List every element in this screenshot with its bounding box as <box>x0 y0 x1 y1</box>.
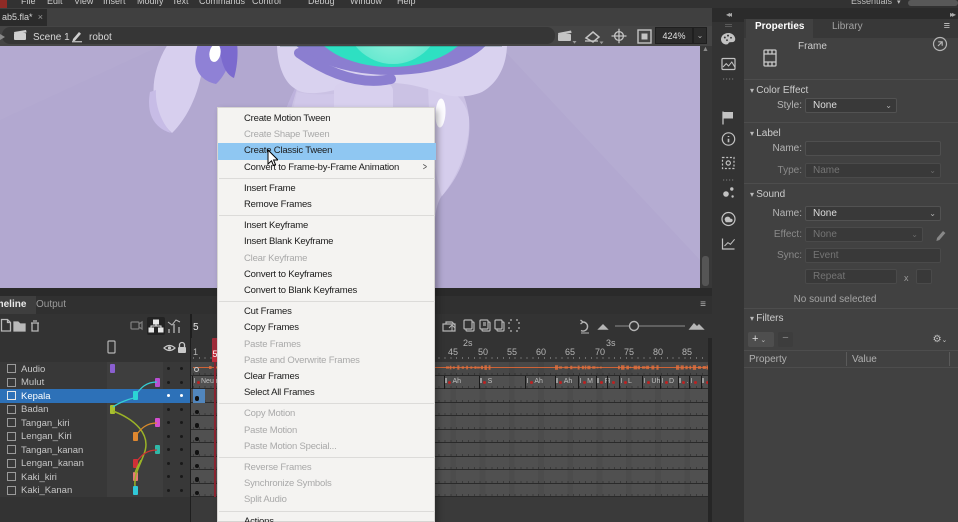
svg-text:robot: robot <box>89 32 112 43</box>
svg-text:5: 5 <box>193 322 199 333</box>
svg-text:Scene 1: Scene 1 <box>33 32 70 43</box>
